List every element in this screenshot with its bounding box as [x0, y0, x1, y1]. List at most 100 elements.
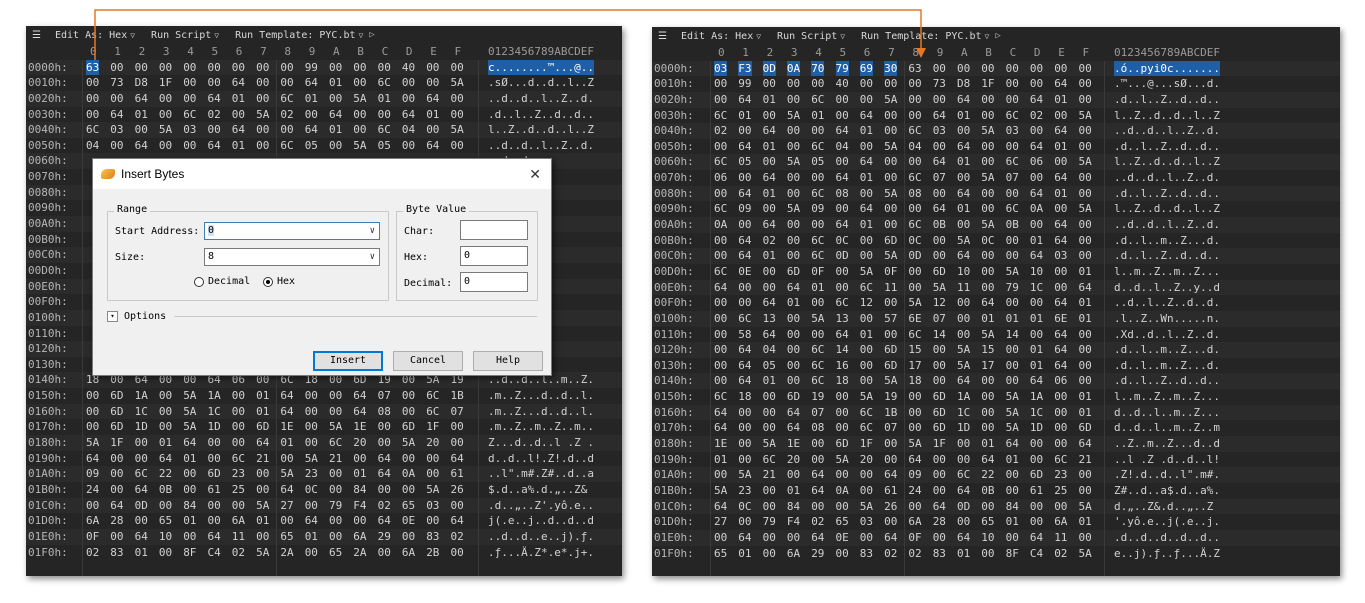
hex-byte[interactable]: 00	[714, 467, 727, 483]
hex-byte[interactable]: 00	[981, 373, 994, 389]
hex-byte[interactable]: 0C	[908, 233, 921, 249]
hex-byte[interactable]: 00	[1054, 436, 1067, 452]
hex-byte[interactable]: 00	[981, 201, 994, 217]
hex-byte[interactable]: 64	[86, 451, 99, 467]
hex-byte[interactable]: 00	[232, 404, 245, 420]
hex-byte[interactable]: 6C	[763, 452, 776, 468]
hex-byte[interactable]: 23	[305, 466, 318, 482]
edit-as-menu[interactable]: Edit As: Hex ▽	[55, 30, 135, 41]
hex-byte[interactable]: 00	[135, 435, 148, 451]
hex-byte[interactable]: 00	[860, 76, 873, 92]
hex-byte[interactable]: 40	[402, 60, 415, 76]
hex-byte[interactable]: 64	[1054, 295, 1067, 311]
hex-byte[interactable]: 5A	[957, 342, 970, 358]
hex-byte[interactable]: 00	[714, 342, 727, 358]
hex-byte[interactable]: 00	[1030, 436, 1043, 452]
hex-byte[interactable]: 07	[933, 170, 946, 186]
hex-byte[interactable]: 00	[836, 499, 849, 515]
hex-byte[interactable]: 00	[280, 513, 293, 529]
hex-byte[interactable]: 00	[933, 452, 946, 468]
hex-byte[interactable]: 00	[787, 373, 800, 389]
hex-byte[interactable]: 6A	[232, 513, 245, 529]
hex-byte[interactable]: F3	[738, 60, 752, 77]
hex-row[interactable]: 01C0h: 64 0C 00 84 00 00 5A 26 00 64 0D 00 84 00 00 5A d.…	[652, 498, 1340, 515]
hex-byte[interactable]: 64	[884, 530, 897, 546]
hex-byte[interactable]: 00	[763, 405, 776, 421]
hex-byte[interactable]: 00	[860, 342, 873, 358]
hex-byte[interactable]: 64	[981, 295, 994, 311]
hex-byte[interactable]: 00	[763, 280, 776, 296]
hex-byte[interactable]: 02	[451, 529, 464, 545]
hex-byte[interactable]: 00	[884, 154, 897, 170]
hex-byte[interactable]: 00	[1054, 389, 1067, 405]
hex-byte[interactable]: 00	[159, 498, 172, 514]
hex-byte[interactable]: 00	[787, 76, 800, 92]
hex-byte[interactable]: 1C	[957, 405, 970, 421]
hex-row[interactable]: 01E0h: 00 64 00 00 64 0E 00 64 0F 00 64 10 00 64 11 00 .d…	[652, 529, 1340, 546]
hex-byte[interactable]: 1B	[451, 388, 464, 404]
hex-byte[interactable]: 63	[86, 59, 100, 76]
hex-byte[interactable]: 5A	[280, 466, 293, 482]
hex-row[interactable]: 01D0h: 27 00 79 F4 02 65 03 00 6A 28 00 65 01 00 6A 01 '.…	[652, 514, 1340, 530]
hex-byte[interactable]: 6D	[1079, 420, 1092, 436]
hex-row[interactable]: 0110h: 00 58 64 00 00 64 01 00 6C 14 00 5A 14 00 64 00 .X…	[652, 327, 1340, 343]
hex-byte[interactable]: 00	[714, 373, 727, 389]
hex-byte[interactable]: 00	[763, 389, 776, 405]
hex-byte[interactable]: 00	[787, 92, 800, 108]
hex-byte[interactable]: 99	[738, 76, 751, 92]
hex-byte[interactable]: 01	[256, 513, 269, 529]
hex-row[interactable]: 0070h: 06 00 64 00 00 64 01 00 6C 07 00 5A 07 00 64 00..…	[652, 170, 1340, 186]
hex-byte[interactable]: 00	[1030, 61, 1043, 77]
hex-byte[interactable]: 00	[714, 76, 727, 92]
hex-byte[interactable]: 00	[110, 91, 123, 107]
hex-byte[interactable]: 6C	[1006, 108, 1019, 124]
hex-byte[interactable]: 06	[714, 170, 727, 186]
hex-byte[interactable]: 00	[811, 499, 824, 515]
hex-byte[interactable]: 04	[402, 122, 415, 138]
hex-byte[interactable]: F4	[787, 514, 800, 530]
hex-byte[interactable]: 01	[1079, 311, 1092, 327]
hex-byte[interactable]: 00	[451, 498, 464, 514]
hex-byte[interactable]: 00	[305, 404, 318, 420]
hex-byte[interactable]: 00	[353, 107, 366, 123]
hex-byte[interactable]: 1F	[981, 76, 994, 92]
hex-byte[interactable]: 00	[1006, 295, 1019, 311]
hex-byte[interactable]: 00	[836, 546, 849, 562]
hex-byte[interactable]: 63	[908, 61, 921, 77]
hex-field[interactable]: 0	[460, 246, 528, 266]
hex-byte[interactable]: 6C	[908, 327, 921, 343]
hex-byte[interactable]: 00	[763, 499, 776, 515]
hex-byte[interactable]: C4	[208, 545, 221, 561]
hex-byte[interactable]: 00	[1030, 327, 1043, 343]
hex-byte[interactable]: 19	[811, 389, 824, 405]
hex-byte[interactable]: 01	[1079, 389, 1092, 405]
hex-byte[interactable]: 00	[110, 451, 123, 467]
hex-byte[interactable]: 00	[183, 75, 196, 91]
hex-byte[interactable]: 00	[811, 217, 824, 233]
hex-byte[interactable]: 00	[908, 420, 921, 436]
hex-byte[interactable]: 00	[305, 107, 318, 123]
hex-byte[interactable]: 29	[378, 529, 391, 545]
hex-byte[interactable]: 6C	[1054, 452, 1067, 468]
hex-byte[interactable]: 00	[208, 75, 221, 91]
hex-byte[interactable]: 00	[1079, 123, 1092, 139]
hex-byte[interactable]: 15	[908, 342, 921, 358]
hex-byte[interactable]: 00	[811, 452, 824, 468]
hex-byte[interactable]: 65	[836, 514, 849, 530]
hex-byte[interactable]: 00	[1030, 452, 1043, 468]
hex-byte[interactable]: 6C	[908, 170, 921, 186]
hex-byte[interactable]: 20	[787, 452, 800, 468]
hex-byte[interactable]: 01	[1079, 514, 1092, 530]
hex-byte[interactable]: 30	[884, 60, 898, 77]
hex-byte[interactable]: 64	[1054, 358, 1067, 374]
hex-byte[interactable]: 00	[787, 342, 800, 358]
hex-byte[interactable]: 6C	[908, 217, 921, 233]
hex-byte[interactable]: 5A	[1079, 546, 1092, 562]
hex-byte[interactable]: 00	[86, 91, 99, 107]
hex-byte[interactable]: 09	[86, 466, 99, 482]
hex-byte[interactable]: 00	[256, 466, 269, 482]
hex-byte[interactable]: 64	[1030, 248, 1043, 264]
hex-byte[interactable]: 01	[256, 388, 269, 404]
hex-byte[interactable]: 64	[811, 483, 824, 499]
hex-byte[interactable]: 00	[426, 451, 439, 467]
